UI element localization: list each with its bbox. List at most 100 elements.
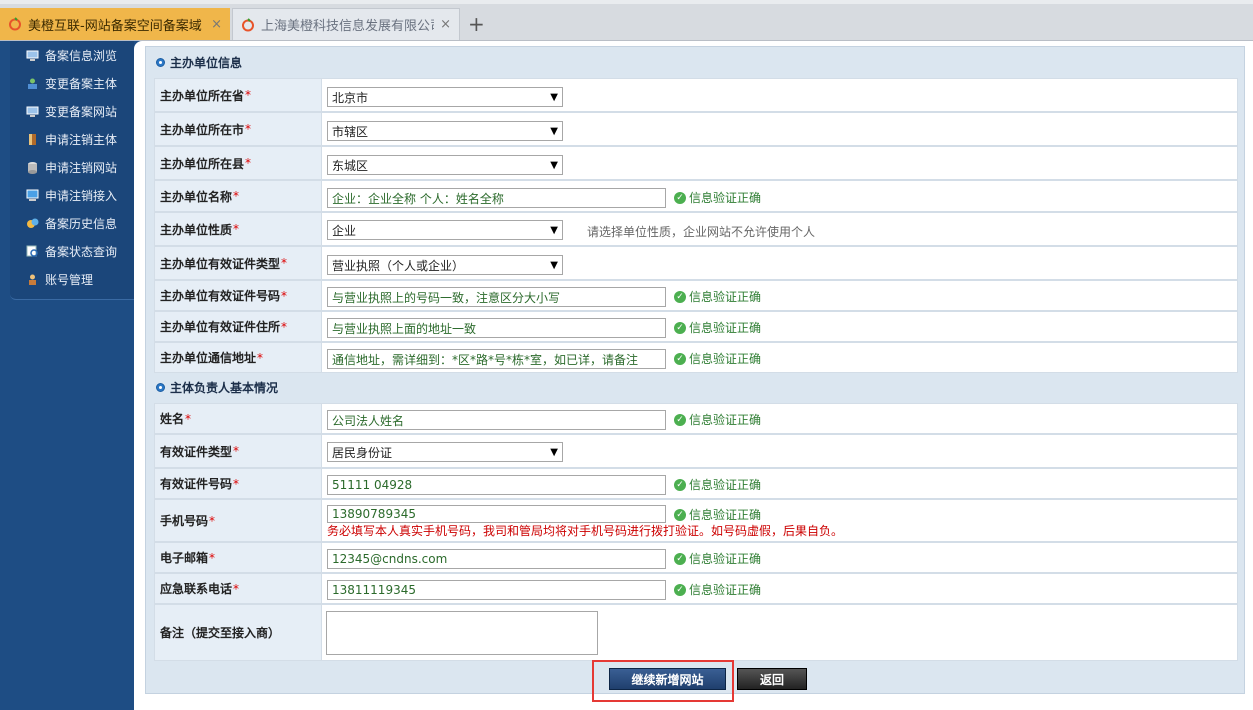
users-icon — [26, 77, 39, 90]
check-circle-icon: ✓ — [674, 290, 686, 303]
sidebar-item-beian-browse[interactable]: 备案信息浏览 — [26, 45, 117, 65]
sidebar-item-label: 申请注销网站 — [45, 160, 118, 175]
sidebar-item-status-query[interactable]: 备案状态查询 — [26, 241, 117, 261]
bullet-icon — [156, 382, 165, 392]
close-icon[interactable]: × — [211, 17, 222, 32]
sidebar-item-cancel-subject[interactable]: 申请注销主体 — [26, 129, 117, 149]
door-icon — [26, 133, 39, 146]
sidebar-item-label: 申请注销接入 — [45, 188, 118, 203]
mobile-input[interactable]: 13890789345 — [327, 505, 666, 523]
row-org-province: 主办单位所在省 * 北京市 ▼ — [154, 78, 1238, 112]
section-org-info: 主办单位信息 — [156, 50, 242, 74]
field-label: 主办单位有效证件住所 * — [155, 312, 322, 341]
person-name-input[interactable]: 公司法人姓名 — [327, 410, 666, 430]
sidebar-item-account[interactable]: 账号管理 — [26, 269, 93, 289]
field-label: 主办单位名称 * — [155, 181, 322, 211]
row-org-city: 主办单位所在市 * 市辖区 ▼ — [154, 112, 1238, 146]
check-circle-icon: ✓ — [674, 552, 686, 565]
field-label: 姓名 * — [155, 404, 322, 433]
row-person-emergency: 应急联系电话 * 13811119345 ✓ 信息验证正确 — [154, 573, 1238, 604]
validation-ok: ✓ 信息验证正确 — [674, 189, 761, 206]
row-org-county: 主办单位所在县 * 东城区 ▼ — [154, 146, 1238, 180]
remark-textarea[interactable] — [326, 611, 598, 655]
sidebar-item-cancel-site[interactable]: 申请注销网站 — [26, 157, 117, 177]
validation-ok: ✓ 信息验证正确 — [674, 506, 761, 523]
computer-icon — [26, 189, 39, 202]
cert-addr-input[interactable]: 与营业执照上面的地址一致 — [327, 318, 666, 338]
cert-type-select[interactable]: 营业执照（个人或企业） ▼ — [327, 255, 563, 275]
field-label: 手机号码 * — [155, 500, 322, 541]
mobile-warning: 务必填写本人真实手机号码，我司和管局均将对手机号码进行拨打验证。如号码虚假，后果… — [327, 524, 844, 538]
history-icon — [26, 217, 39, 230]
sidebar-item-change-subject[interactable]: 变更备案主体 — [26, 73, 117, 93]
back-button[interactable]: 返回 — [737, 668, 807, 690]
province-select[interactable]: 北京市 ▼ — [327, 87, 563, 107]
field-label: 主办单位通信地址 * — [155, 343, 322, 372]
form-container: 主办单位信息 主办单位所在省 * 北京市 ▼ 主办单位所在市 * 市辖区 ▼ 主办单位所… — [145, 46, 1245, 702]
field-label: 电子邮箱 * — [155, 543, 322, 572]
chevron-down-icon: ▼ — [550, 225, 558, 236]
nature-select[interactable]: 企业 ▼ — [327, 220, 563, 240]
nature-hint: 请选择单位性质，企业网站不允许使用个人 — [587, 225, 816, 239]
sidebar-item-label: 申请注销主体 — [45, 132, 118, 147]
section-title: 主办单位信息 — [170, 55, 243, 70]
org-name-input[interactable]: 企业：企业全称 个人：姓名全称 — [327, 188, 666, 208]
continue-add-site-button[interactable]: 继续新增网站 — [609, 668, 726, 690]
validation-ok: ✓ 信息验证正确 — [674, 550, 761, 567]
row-person-name: 姓名 * 公司法人姓名 ✓ 信息验证正确 — [154, 403, 1238, 434]
field-label: 主办单位有效证件类型 * — [155, 247, 322, 279]
row-org-nature: 主办单位性质 * 企业 ▼ 请选择单位性质，企业网站不允许使用个人 — [154, 212, 1238, 246]
sidebar-item-change-site[interactable]: 变更备案网站 — [26, 101, 117, 121]
row-person-mobile: 手机号码 * 13890789345 ✓ 信息验证正确 务必填写本人真实手机号码，我… — [154, 499, 1238, 542]
row-person-cert-no: 有效证件号码 * 51111 04928 ✓ 信息验证正确 — [154, 468, 1238, 499]
check-circle-icon: ✓ — [674, 352, 686, 365]
close-icon[interactable]: × — [440, 17, 451, 32]
browser-top-strip — [0, 0, 1253, 4]
sidebar-item-label: 备案状态查询 — [45, 244, 118, 259]
row-org-cert-no: 主办单位有效证件号码 * 与营业执照上的号码一致，注意区分大小写 ✓ 信息验证正确 — [154, 280, 1238, 311]
city-select[interactable]: 市辖区 ▼ — [327, 121, 563, 141]
county-select[interactable]: 东城区 ▼ — [327, 155, 563, 175]
tab-beian[interactable]: 美橙互联-网站备案空间备案域 × — [0, 8, 230, 40]
tab-title: 美橙互联-网站备案空间备案域 — [28, 18, 202, 34]
monitor-icon — [26, 105, 39, 118]
orange-logo-icon — [241, 17, 255, 32]
person-cert-no-input[interactable]: 51111 04928 — [327, 475, 666, 495]
row-person-email: 电子邮箱 * 12345@cndns.com ✓ 信息验证正确 — [154, 542, 1238, 573]
cert-no-input[interactable]: 与营业执照上的号码一致，注意区分大小写 — [327, 287, 666, 307]
field-label: 主办单位所在市 * — [155, 113, 322, 145]
field-label: 主办单位性质 * — [155, 213, 322, 245]
orange-logo-icon — [8, 17, 22, 31]
sidebar: 备案信息浏览 变更备案主体 变更备案网站 申请注销主体 申请注销网站 申请注销接… — [0, 41, 134, 710]
sidebar-item-label: 变更备案主体 — [45, 76, 118, 91]
sidebar-item-cancel-access[interactable]: 申请注销接入 — [26, 185, 117, 205]
mail-addr-input[interactable]: 通信地址，需详细到：*区*路*号*栋*室，如已详，请备注 — [327, 349, 666, 369]
field-label: 应急联系电话 * — [155, 574, 322, 603]
check-circle-icon: ✓ — [674, 583, 686, 596]
field-label: 备注（提交至接入商） — [155, 605, 322, 660]
tab-company[interactable]: 上海美橙科技信息发展有限公司 × — [232, 8, 460, 40]
row-org-cert-addr: 主办单位有效证件住所 * 与营业执照上面的地址一致 ✓ 信息验证正确 — [154, 311, 1238, 342]
search-doc-icon — [26, 245, 39, 258]
person-cert-type-select[interactable]: 居民身份证 ▼ — [327, 442, 563, 462]
field-label: 主办单位所在县 * — [155, 147, 322, 179]
new-tab-button[interactable]: + — [468, 12, 485, 36]
main-frame: 主办单位信息 主办单位所在省 * 北京市 ▼ 主办单位所在市 * 市辖区 ▼ 主办单位所… — [134, 41, 1253, 710]
sidebar-item-history[interactable]: 备案历史信息 — [26, 213, 117, 233]
field-label: 主办单位有效证件号码 * — [155, 281, 322, 310]
chevron-down-icon: ▼ — [550, 126, 558, 137]
validation-ok: ✓ 信息验证正确 — [674, 350, 761, 367]
validation-ok: ✓ 信息验证正确 — [674, 411, 761, 428]
section-title: 主体负责人基本情况 — [170, 380, 279, 395]
email-input[interactable]: 12345@cndns.com — [327, 549, 666, 569]
chevron-down-icon: ▼ — [550, 160, 558, 171]
check-circle-icon: ✓ — [674, 508, 686, 521]
browser-tab-bar: 美橙互联-网站备案空间备案域 × 上海美橙科技信息发展有限公司 × + — [0, 0, 1253, 41]
chevron-down-icon: ▼ — [550, 447, 558, 458]
emergency-phone-input[interactable]: 13811119345 — [327, 580, 666, 600]
check-circle-icon: ✓ — [674, 413, 686, 426]
validation-ok: ✓ 信息验证正确 — [674, 581, 761, 598]
row-person-cert-type: 有效证件类型 * 居民身份证 ▼ — [154, 434, 1238, 468]
row-org-mail-addr: 主办单位通信地址 * 通信地址，需详细到：*区*路*号*栋*室，如已详，请备注 ✓… — [154, 342, 1238, 373]
monitor-icon — [26, 49, 39, 62]
